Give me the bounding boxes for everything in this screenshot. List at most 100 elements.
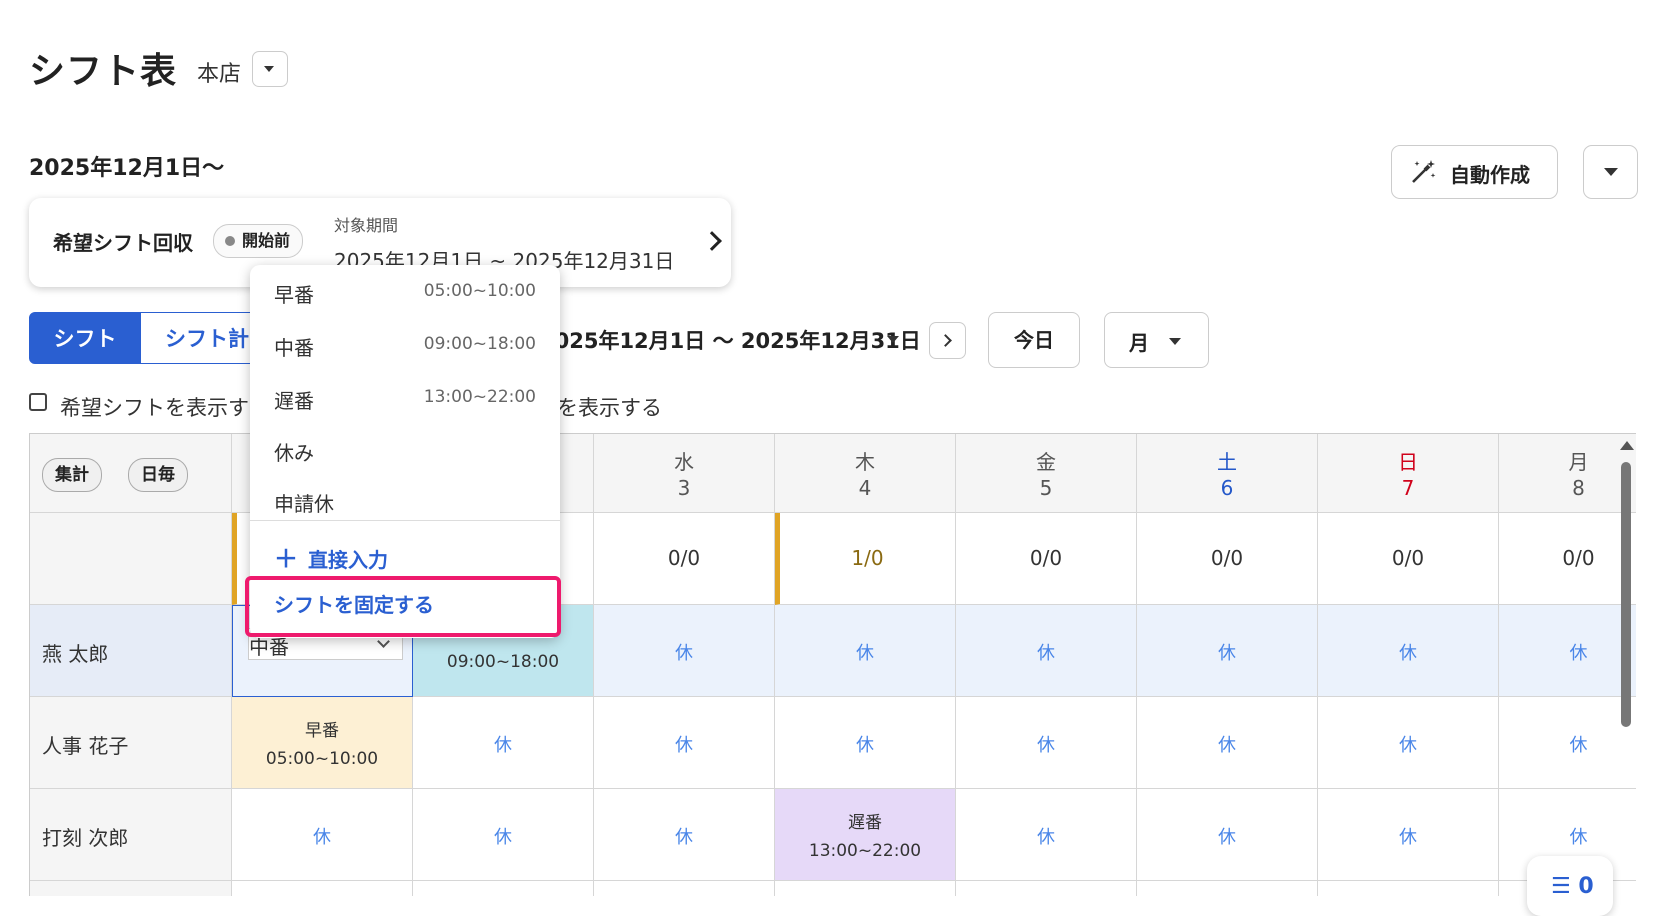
off-label: 休 xyxy=(856,643,874,664)
off-label: 休 xyxy=(1569,735,1588,756)
shift-cell[interactable]: 休 xyxy=(1318,789,1499,881)
day-number: 5 xyxy=(1039,476,1053,500)
today-button[interactable]: 今日 xyxy=(988,312,1080,368)
summary-button[interactable]: 集計 xyxy=(42,458,102,492)
day-header: 水3 xyxy=(594,434,775,513)
shift-cell[interactable]: 休 xyxy=(1137,605,1318,697)
day-of-week: 木 xyxy=(855,450,875,474)
shift-cell[interactable]: 休 xyxy=(1318,605,1499,697)
staff-name: 打刻 次郎 xyxy=(42,826,129,850)
day-header: 土6 xyxy=(1137,434,1318,513)
auto-create-button[interactable]: 自動作成 xyxy=(1391,145,1558,199)
day-of-week: 土 xyxy=(1217,450,1237,474)
shift-cell[interactable] xyxy=(956,881,1137,896)
day-number: 8 xyxy=(1572,476,1585,500)
shift-cell[interactable] xyxy=(775,881,956,896)
shift-time: 05:00~10:00 xyxy=(265,749,379,769)
count-value: 0/0 xyxy=(1210,546,1244,570)
magic-wand-icon xyxy=(1412,160,1436,183)
count-cell: 0/0 xyxy=(1318,513,1499,605)
off-label: 休 xyxy=(1399,643,1417,664)
menu-item-osoban[interactable]: 遅番 13:00~22:00 xyxy=(250,373,560,423)
floating-filter-button[interactable]: ☰ 0 xyxy=(1527,856,1613,916)
shift-cell[interactable] xyxy=(1137,881,1318,896)
shift-cell[interactable] xyxy=(1318,881,1499,896)
off-label: 休 xyxy=(313,827,331,848)
shift-label: 遅番 13:00~22:00 xyxy=(775,809,955,865)
count-row-label xyxy=(30,513,232,605)
shift-cell[interactable]: 遅番 13:00~22:00 xyxy=(775,789,956,881)
tab-shift[interactable]: シフト xyxy=(29,312,141,364)
off-label: 休 xyxy=(494,827,512,848)
count-cell: 0/0 xyxy=(1499,513,1636,605)
kibou-title: 希望シフト回収 xyxy=(53,231,193,255)
auto-create-label: 自動作成 xyxy=(1450,163,1530,187)
range-caret-down-icon[interactable] xyxy=(887,336,899,343)
date-range[interactable]: 2025年12月1日 〜 2025年12月31日 xyxy=(540,325,921,355)
store-dropdown-button[interactable] xyxy=(252,51,288,87)
shift-cell[interactable]: 休 xyxy=(232,789,413,881)
day-header: 木4 xyxy=(775,434,956,513)
menu-item-shinseikyu[interactable]: 申請休 xyxy=(250,476,560,526)
scroll-up-arrow-icon[interactable] xyxy=(1620,441,1634,450)
shift-cell[interactable]: 休 xyxy=(775,605,956,697)
page-title: シフト表 xyxy=(29,51,178,92)
shift-name: 早番 xyxy=(305,721,339,741)
menu-item-nakaban[interactable]: 中番 09:00~18:00 xyxy=(250,320,560,370)
shift-cell[interactable]: 休 xyxy=(413,789,594,881)
status-label: 開始前 xyxy=(242,231,291,250)
count-value: 1/0 xyxy=(851,546,884,570)
menu-item-time: 09:00~18:00 xyxy=(423,334,536,354)
shift-cell[interactable]: 休 xyxy=(956,789,1137,881)
shift-cell[interactable]: 休 xyxy=(1499,605,1636,697)
shift-cell[interactable]: 早番 05:00~10:00 xyxy=(232,697,413,789)
shift-cell[interactable]: 休 xyxy=(413,697,594,789)
count-cell: 0/0 xyxy=(956,513,1137,605)
shift-cell[interactable]: 休 xyxy=(1137,697,1318,789)
view-mode-dropdown[interactable]: 月 xyxy=(1104,312,1209,368)
menu-item-label: 早番 xyxy=(274,283,314,307)
day-number: 7 xyxy=(1401,476,1415,500)
shift-cell[interactable]: 休 xyxy=(1137,789,1318,881)
daily-button[interactable]: 日毎 xyxy=(128,458,188,492)
off-label: 休 xyxy=(1399,827,1417,848)
more-options-button[interactable] xyxy=(1583,145,1638,199)
staff-name: 燕 太郎 xyxy=(42,642,109,666)
shift-cell[interactable]: 休 xyxy=(1499,697,1636,789)
chevron-right-icon[interactable] xyxy=(702,231,722,251)
shift-cell[interactable] xyxy=(232,881,413,896)
direct-input-button[interactable]: ＋ 直接入力 xyxy=(274,539,388,574)
shift-cell[interactable]: 休 xyxy=(956,605,1137,697)
show-kibou-label: 希望シフトを表示す xyxy=(60,396,249,420)
chevron-right-icon xyxy=(939,334,952,347)
shift-time: 09:00~18:00 xyxy=(446,652,560,672)
plus-icon: ＋ xyxy=(274,545,298,573)
staff-name-cell xyxy=(30,881,232,896)
shift-cell[interactable]: 休 xyxy=(594,605,775,697)
off-label: 休 xyxy=(1218,735,1236,756)
shift-cell[interactable] xyxy=(594,881,775,896)
highlight-box xyxy=(245,576,561,637)
day-header: 月8 xyxy=(1499,434,1636,513)
off-label: 休 xyxy=(675,735,693,756)
shift-cell[interactable]: 休 xyxy=(594,697,775,789)
staff-name-cell: 燕 太郎 xyxy=(30,605,232,697)
scrollbar-thumb[interactable] xyxy=(1621,462,1631,727)
count-cell: 0/0 xyxy=(594,513,775,605)
shift-cell[interactable]: 休 xyxy=(594,789,775,881)
off-label: 休 xyxy=(1037,827,1055,848)
period-label: 2025年12月1日〜 xyxy=(29,156,225,181)
shift-cell[interactable] xyxy=(413,881,594,896)
shift-cell[interactable]: 休 xyxy=(1318,697,1499,789)
shift-cell[interactable]: 休 xyxy=(775,697,956,789)
menu-item-yasumi[interactable]: 休み xyxy=(250,425,560,475)
count-cell: 1/0 xyxy=(775,513,956,605)
next-period-button[interactable] xyxy=(929,322,966,359)
menu-item-hayaban[interactable]: 早番 05:00~10:00 xyxy=(250,267,560,317)
staff-name: 人事 花子 xyxy=(42,734,129,758)
show-kibou-checkbox[interactable] xyxy=(29,393,47,411)
menu-item-label: 休み xyxy=(274,441,314,465)
tab-shift-plan[interactable]: シフト計画 xyxy=(141,312,251,364)
shift-cell[interactable]: 休 xyxy=(956,697,1137,789)
off-label: 休 xyxy=(856,735,874,756)
